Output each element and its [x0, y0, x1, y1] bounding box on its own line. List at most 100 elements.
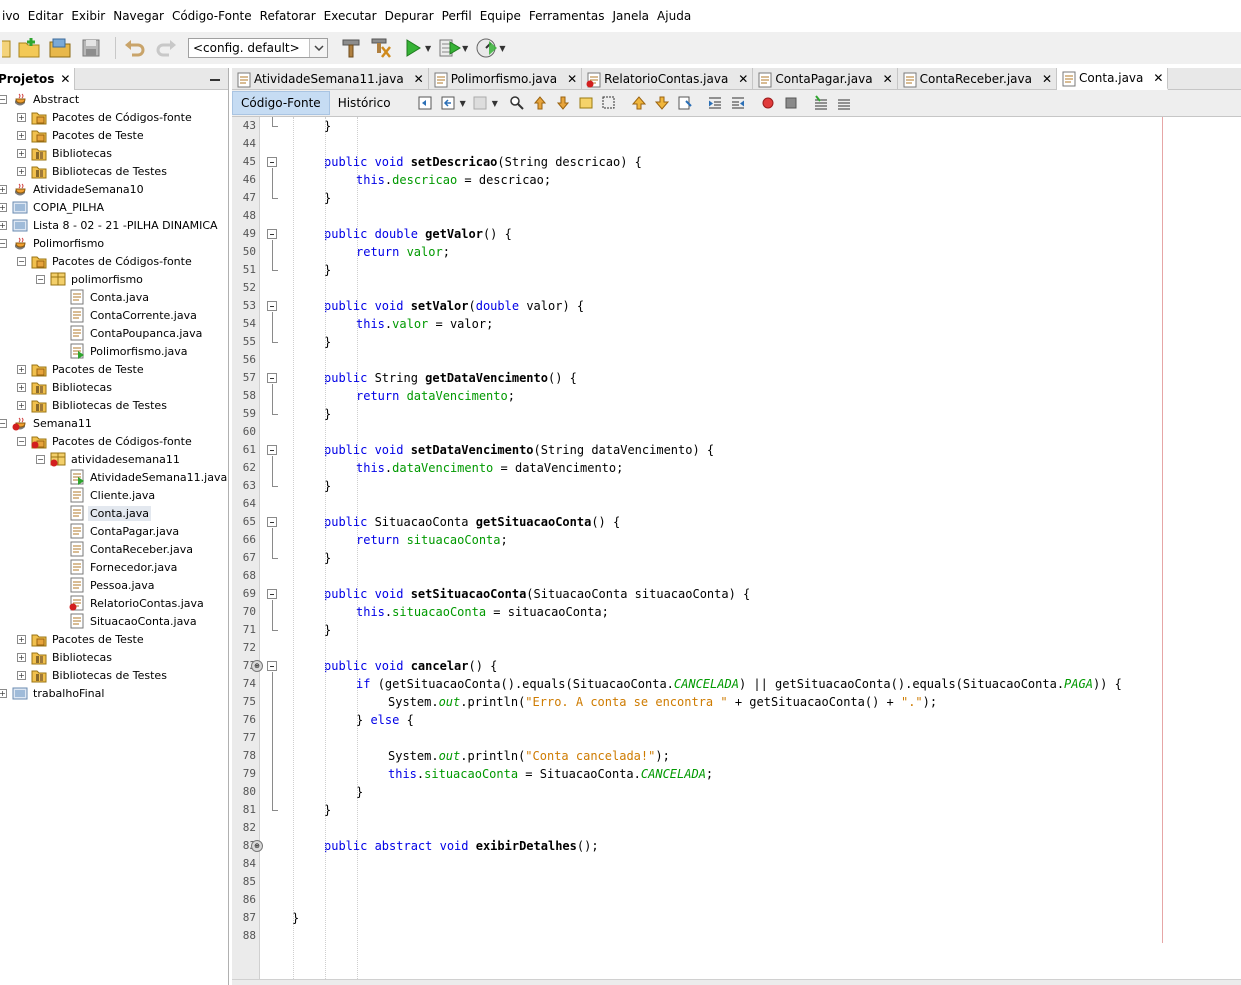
- shift-right-button[interactable]: [729, 94, 747, 112]
- menu-item[interactable]: Código-Fonte: [168, 9, 256, 23]
- collapse-icon[interactable]: −: [36, 454, 45, 464]
- dropdown-arrow-icon[interactable]: ▼: [425, 44, 431, 53]
- tree-node[interactable]: + AtividadeSemana10: [0, 180, 146, 198]
- tree-node[interactable]: Conta.java: [55, 288, 151, 306]
- comment-button[interactable]: [812, 94, 830, 112]
- collapse-icon[interactable]: −: [0, 94, 7, 104]
- fold-collapse-icon[interactable]: [267, 373, 277, 383]
- back-button[interactable]: [440, 94, 458, 112]
- editor-tab[interactable]: Polimorfismo.java ✕: [429, 68, 583, 90]
- tree-node[interactable]: + Bibliotecas: [17, 648, 114, 666]
- tree-node[interactable]: + Bibliotecas de Testes: [17, 162, 169, 180]
- tree-node[interactable]: + Bibliotecas de Testes: [17, 396, 169, 414]
- close-icon[interactable]: ✕: [567, 72, 577, 86]
- expand-icon[interactable]: +: [17, 166, 26, 176]
- tree-node[interactable]: − Pacotes de Códigos-fonte: [17, 252, 194, 270]
- tree-node[interactable]: ContaCorrente.java: [55, 306, 199, 324]
- code-area[interactable]: } public void setDescricao(String descric…: [292, 117, 1232, 979]
- new-file-button[interactable]: [0, 36, 14, 60]
- start-macro-button[interactable]: [759, 94, 777, 112]
- menu-item[interactable]: Executar: [320, 9, 381, 23]
- tree-node[interactable]: − Abstract: [0, 90, 81, 108]
- find-next-button[interactable]: [554, 94, 572, 112]
- tree-node[interactable]: ContaPagar.java: [55, 522, 181, 540]
- tree-node[interactable]: ContaReceber.java: [55, 540, 195, 558]
- tree-node[interactable]: + Bibliotecas de Testes: [17, 666, 169, 684]
- toggle-highlight-button[interactable]: [577, 94, 595, 112]
- close-icon[interactable]: ✕: [738, 72, 748, 86]
- find-previous-button[interactable]: [531, 94, 549, 112]
- tree-node[interactable]: − atividadesemana11: [36, 450, 182, 468]
- expand-icon[interactable]: +: [0, 184, 7, 194]
- editor-tab[interactable]: AtividadeSemana11.java ✕: [232, 68, 429, 90]
- fold-collapse-icon[interactable]: [267, 229, 277, 239]
- clean-build-button[interactable]: [369, 36, 395, 60]
- find-button[interactable]: [508, 94, 526, 112]
- tree-node[interactable]: + Pacotes de Códigos-fonte: [17, 108, 194, 126]
- menu-item[interactable]: Ajuda: [653, 9, 695, 23]
- menu-item[interactable]: Equipe: [476, 9, 525, 23]
- menu-item[interactable]: ivo: [0, 9, 24, 23]
- editor-tab[interactable]: ContaReceber.java ✕: [898, 68, 1058, 90]
- profile-button[interactable]: [474, 36, 500, 60]
- expand-icon[interactable]: +: [0, 220, 7, 230]
- dropdown-arrow-icon[interactable]: ▼: [499, 44, 505, 53]
- stop-macro-button[interactable]: [782, 94, 800, 112]
- uncomment-button[interactable]: [835, 94, 853, 112]
- dropdown-arrow-icon[interactable]: ▼: [460, 99, 466, 108]
- previous-bookmark-button[interactable]: [630, 94, 648, 112]
- expand-icon[interactable]: +: [17, 652, 26, 662]
- expand-icon[interactable]: +: [0, 202, 7, 212]
- collapse-icon[interactable]: −: [17, 256, 26, 266]
- close-icon[interactable]: ✕: [60, 72, 70, 86]
- menu-item[interactable]: Perfil: [438, 9, 476, 23]
- tree-node[interactable]: Cliente.java: [55, 486, 157, 504]
- configuration-select[interactable]: <config. default>: [188, 38, 328, 58]
- toggle-rect-select-button[interactable]: [600, 94, 618, 112]
- fold-collapse-icon[interactable]: [267, 157, 277, 167]
- run-button[interactable]: [400, 36, 426, 60]
- tree-node[interactable]: + trabalhoFinal: [0, 684, 106, 702]
- editor-tab[interactable]: ContaPagar.java ✕: [753, 68, 898, 90]
- tree-node[interactable]: AtividadeSemana11.java: [55, 468, 229, 486]
- close-icon[interactable]: ✕: [1153, 71, 1163, 85]
- collapse-icon[interactable]: −: [36, 274, 45, 284]
- menu-item[interactable]: Exibir: [67, 9, 109, 23]
- tab-projects[interactable]: Projetos ✕: [0, 67, 76, 90]
- tab-history[interactable]: Histórico: [330, 91, 399, 115]
- toggle-bookmark-button[interactable]: [676, 94, 694, 112]
- close-icon[interactable]: ✕: [414, 72, 424, 86]
- expand-icon[interactable]: +: [0, 688, 7, 698]
- tree-node[interactable]: + Bibliotecas: [17, 144, 114, 162]
- tree-node[interactable]: Conta.java: [55, 504, 151, 522]
- fold-collapse-icon[interactable]: [267, 445, 277, 455]
- tab-source[interactable]: Código-Fonte: [232, 91, 330, 115]
- tree-node[interactable]: RelatorioContas.java: [55, 594, 206, 612]
- undo-button[interactable]: [122, 36, 148, 60]
- collapse-icon[interactable]: −: [0, 238, 7, 248]
- shift-left-button[interactable]: [706, 94, 724, 112]
- tree-node[interactable]: − Pacotes de Códigos-fonte: [17, 432, 194, 450]
- menu-item[interactable]: Refatorar: [256, 9, 320, 23]
- tree-node[interactable]: Fornecedor.java: [55, 558, 179, 576]
- expand-icon[interactable]: +: [17, 400, 26, 410]
- editor-tab[interactable]: RelatorioContas.java ✕: [582, 68, 754, 90]
- expand-icon[interactable]: +: [17, 670, 26, 680]
- menu-item[interactable]: Editar: [24, 9, 68, 23]
- menu-item[interactable]: Navegar: [109, 9, 168, 23]
- last-edit-button[interactable]: [417, 94, 435, 112]
- dropdown-arrow-icon[interactable]: ▼: [492, 99, 498, 108]
- tree-node[interactable]: + Pacotes de Teste: [17, 630, 146, 648]
- tree-node[interactable]: ContaPoupanca.java: [55, 324, 204, 342]
- open-project-button[interactable]: [47, 36, 73, 60]
- build-button[interactable]: [338, 36, 364, 60]
- tree-node[interactable]: + Pacotes de Teste: [17, 360, 146, 378]
- tree-node[interactable]: SituacaoConta.java: [55, 612, 199, 630]
- tree-node[interactable]: + Pacotes de Teste: [17, 126, 146, 144]
- menu-item[interactable]: Janela: [608, 9, 653, 23]
- tree-node[interactable]: Pessoa.java: [55, 576, 157, 594]
- close-icon[interactable]: ✕: [883, 72, 893, 86]
- fold-collapse-icon[interactable]: [267, 661, 277, 671]
- tree-node[interactable]: + Lista 8 - 02 - 21 -PILHA DINAMICA: [0, 216, 220, 234]
- editor-tab[interactable]: Conta.java ✕: [1057, 68, 1169, 90]
